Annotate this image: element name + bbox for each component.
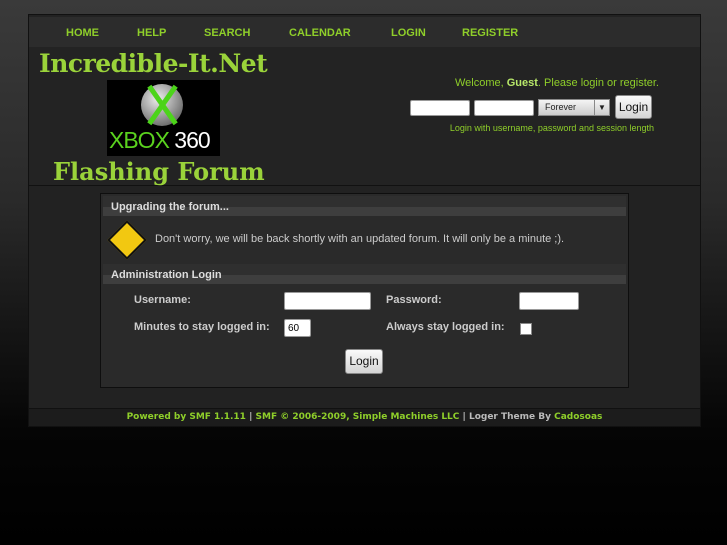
session-length-value: Forever — [545, 102, 577, 112]
xbox-logo-image: XBOX 360 — [107, 80, 220, 156]
chevron-down-icon: ▼ — [594, 100, 609, 115]
xbox-logo-text: XBOX 360 — [109, 127, 211, 153]
admin-login-button[interactable]: Login — [345, 349, 383, 374]
welcome-suffix: . Please login or register. — [537, 77, 659, 89]
always-logged-checkbox[interactable] — [520, 323, 532, 335]
welcome-prefix: Welcome, — [454, 77, 507, 89]
username-input[interactable] — [284, 292, 371, 310]
nav-login[interactable]: LOGIN — [391, 27, 426, 39]
theme-credit: | Loger Theme By — [459, 412, 555, 422]
minutes-label: Minutes to stay logged in: — [134, 321, 270, 333]
nav-register[interactable]: REGISTER — [462, 27, 518, 39]
nav-help[interactable]: HELP — [137, 27, 166, 39]
maintenance-panel: Upgrading the forum... Don't worry, we w… — [100, 193, 629, 388]
welcome-user: Guest — [506, 77, 538, 89]
quick-login-button[interactable]: Login — [615, 95, 652, 119]
admin-login-title: Administration Login — [103, 264, 626, 284]
nav-home[interactable]: HOME — [66, 27, 99, 39]
footer: Powered by SMF 1.1.11 | SMF © 2006-2009,… — [29, 408, 700, 426]
nav-search[interactable]: SEARCH — [204, 27, 250, 39]
maintenance-message: Don't worry, we will be back shortly wit… — [155, 233, 565, 245]
welcome-text: Welcome, Guest. Please login or register… — [455, 77, 659, 89]
maintenance-title: Upgrading the forum... — [103, 196, 626, 216]
site-logo-title[interactable]: Incredible-It.Net — [39, 49, 268, 78]
main-nav: HOME HELP SEARCH CALENDAR LOGIN REGISTER — [29, 17, 700, 48]
password-input[interactable] — [519, 292, 579, 310]
footer-sep: | — [245, 412, 256, 422]
xbox-orb-icon — [141, 84, 183, 126]
login-hint: Login with username, password and sessio… — [449, 123, 654, 133]
site-logo-subtitle: Flashing Forum — [53, 157, 265, 186]
theme-author-link[interactable]: Cadosoas — [554, 412, 602, 422]
construction-sign-icon — [107, 220, 147, 260]
always-logged-label: Always stay logged in: — [386, 321, 505, 333]
quick-username-input[interactable] — [410, 100, 470, 116]
powered-by-link[interactable]: Powered by SMF 1.1.11 — [127, 412, 246, 422]
minutes-input[interactable] — [284, 319, 311, 337]
session-length-select[interactable]: Forever ▼ — [538, 99, 610, 116]
quick-password-input[interactable] — [474, 100, 534, 116]
smf-copyright-link[interactable]: SMF © 2006-2009, Simple Machines LLC — [256, 412, 460, 422]
password-label: Password: — [386, 294, 442, 306]
page-container: HOME HELP SEARCH CALENDAR LOGIN REGISTER… — [28, 14, 701, 427]
header: Incredible-It.Net XBOX 360 Flashing Foru… — [29, 47, 700, 186]
nav-calendar[interactable]: CALENDAR — [289, 27, 351, 39]
username-label: Username: — [134, 294, 191, 306]
